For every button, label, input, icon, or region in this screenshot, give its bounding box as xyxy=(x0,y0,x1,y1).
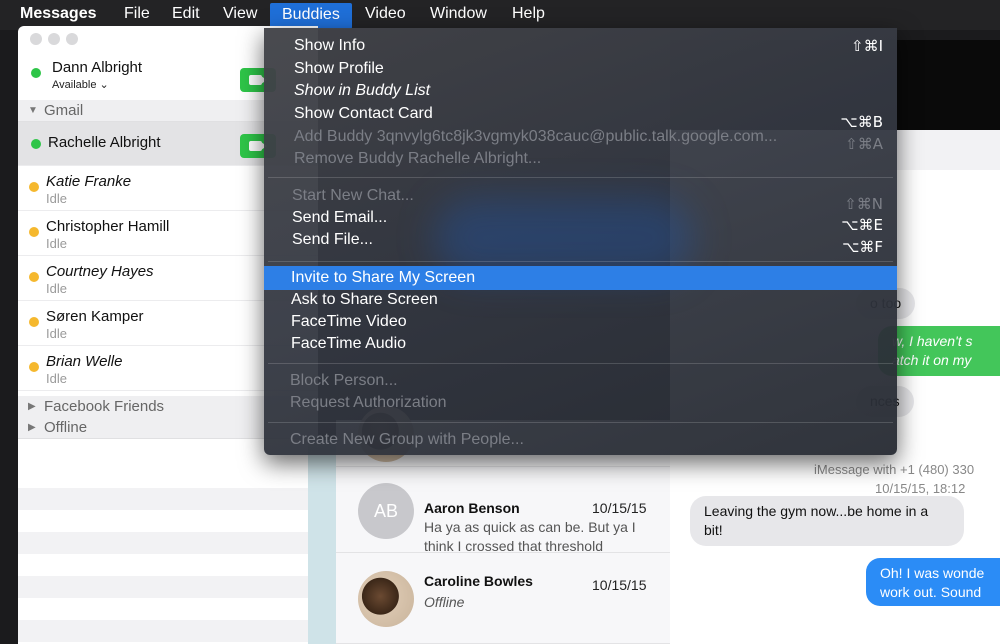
conversation-preview: Offline xyxy=(424,594,465,610)
buddy-status: Idle xyxy=(46,371,67,386)
menu-separator xyxy=(268,422,893,423)
status-value: Available xyxy=(52,79,97,91)
menu-item-label: Start New Chat... xyxy=(292,187,414,204)
buddy-status: Idle xyxy=(46,236,67,251)
menu-item-label: Show in Buddy List xyxy=(294,82,431,99)
zoom-window-button[interactable] xyxy=(66,33,78,45)
message-text: atch it on my xyxy=(892,352,972,368)
menu-help[interactable]: Help xyxy=(512,5,545,23)
menu-item-label: FaceTime Video xyxy=(291,313,407,330)
disclosure-triangle-right-icon[interactable]: ▶ xyxy=(28,401,36,412)
service-label: iMessage with +1 (480) 330 xyxy=(814,462,975,477)
buddy-name: Courtney Hayes xyxy=(46,263,154,280)
contact-photo-avatar xyxy=(358,571,414,627)
conversation-name: Caroline Bowles xyxy=(424,573,533,589)
menu-item-label: Ask to Share Screen xyxy=(291,291,438,308)
group-label: Offline xyxy=(44,419,88,436)
menu-item-start-new-chat: Start New Chat... ⇧⌘N xyxy=(264,185,897,213)
message-timestamp: 10/15/15, 18:12 xyxy=(875,481,966,496)
menu-item-label: Show Info xyxy=(294,37,366,54)
disclosure-triangle-right-icon[interactable]: ▶ xyxy=(28,422,36,433)
menu-messages[interactable]: Messages xyxy=(20,5,97,23)
conversation-row-caroline-bowles[interactable]: Caroline Bowles 10/15/15 Offline xyxy=(336,553,670,644)
buddy-status: Idle xyxy=(46,281,67,296)
menu-item-label: Request Authorization xyxy=(290,394,447,411)
menu-separator xyxy=(268,261,893,262)
menu-separator xyxy=(268,363,893,364)
idle-status-dot xyxy=(29,362,39,372)
message-text: w, I haven't s xyxy=(892,333,973,349)
menu-item-label: Invite to Share My Screen xyxy=(291,269,476,286)
menu-item-label: Add Buddy 3qnvylg6tc8jk3vgmyk038cauc@pub… xyxy=(294,128,778,145)
chevron-down-icon: ⌄ xyxy=(99,79,109,91)
menu-item-facetime-audio[interactable]: FaceTime Audio xyxy=(264,333,897,356)
buddy-status: Idle xyxy=(46,191,67,206)
my-name: Dann Albright xyxy=(52,59,143,76)
buddy-name: Rachelle Albright xyxy=(48,134,161,151)
menu-item-shortcut: ⌥⌘F xyxy=(842,238,883,256)
menu-file[interactable]: File xyxy=(124,5,150,23)
message-bubble-outgoing: Oh! I was wonde work out. Sound xyxy=(866,558,1000,606)
menu-item-label: Show Profile xyxy=(294,60,384,77)
menu-item-send-email[interactable]: Send Email... ⌥⌘E xyxy=(264,207,897,234)
idle-status-dot xyxy=(29,317,39,327)
group-label: Facebook Friends xyxy=(44,398,165,415)
menu-separator xyxy=(268,177,893,178)
available-status-dot xyxy=(31,68,41,78)
menu-item-label: Block Person... xyxy=(290,372,398,389)
buddy-name: Katie Franke xyxy=(46,173,132,190)
close-window-button[interactable] xyxy=(30,33,42,45)
idle-status-dot xyxy=(29,182,39,192)
group-label: Gmail xyxy=(44,102,84,119)
menu-item-request-authorization: Request Authorization xyxy=(264,392,897,415)
conversation-row-aaron-benson[interactable]: AB Aaron Benson 10/15/15 Ha ya as quick … xyxy=(336,467,670,554)
menu-item-label: Create New Group with People... xyxy=(290,431,524,448)
menu-item-send-file[interactable]: Send File... ⌥⌘F xyxy=(264,229,897,256)
minimize-window-button[interactable] xyxy=(48,33,60,45)
conversation-date: 10/15/15 xyxy=(592,500,647,516)
buddy-name: Christopher Hamill xyxy=(46,218,170,235)
menu-edit[interactable]: Edit xyxy=(172,5,200,23)
buddy-name: Søren Kamper xyxy=(46,308,144,325)
menu-item-label: Send File... xyxy=(292,231,373,248)
message-bubble-incoming: Leaving the gym now...be home in a bit! xyxy=(690,496,964,546)
disclosure-triangle-down-icon[interactable]: ▼ xyxy=(28,105,38,116)
menu-item-shortcut: ⇧⌘I xyxy=(851,37,883,55)
menu-window[interactable]: Window xyxy=(430,5,487,23)
conversation-name: Aaron Benson xyxy=(424,500,520,516)
avatar: AB xyxy=(358,483,414,539)
window-controls xyxy=(30,32,84,50)
menu-item-show-contact-card[interactable]: Show Contact Card ⌥⌘B xyxy=(264,103,897,131)
menu-item-add-buddy: Add Buddy 3qnvylg6tc8jk3vgmyk038cauc@pub… xyxy=(264,126,897,153)
menu-item-remove-buddy: Remove Buddy Rachelle Albright... xyxy=(264,148,897,171)
menu-item-label: Remove Buddy Rachelle Albright... xyxy=(294,150,542,167)
list-edge-strip xyxy=(308,440,336,644)
menu-item-label: Show Contact Card xyxy=(294,105,433,122)
conversation-date: 10/15/15 xyxy=(592,577,647,593)
menu-view[interactable]: View xyxy=(223,5,257,23)
menu-item-facetime-video[interactable]: FaceTime Video xyxy=(264,311,897,334)
buddy-status: Idle xyxy=(46,326,67,341)
menu-item-show-info[interactable]: Show Info ⇧⌘I xyxy=(264,35,897,58)
menu-item-create-new-group: Create New Group with People... xyxy=(264,429,897,452)
idle-status-dot xyxy=(29,227,39,237)
buddies-menu: Show Info ⇧⌘I Show Profile Show in Buddy… xyxy=(264,28,897,455)
menu-item-show-profile[interactable]: Show Profile xyxy=(264,58,897,81)
menu-item-label: FaceTime Audio xyxy=(291,335,407,352)
idle-status-dot xyxy=(29,272,39,282)
conversation-preview: Ha ya as quick as can be. But ya I think… xyxy=(424,519,636,554)
empty-list-stripes xyxy=(18,466,318,644)
menu-item-show-in-buddy-list[interactable]: Show in Buddy List xyxy=(264,80,897,103)
available-status-dot xyxy=(31,139,41,149)
menu-video[interactable]: Video xyxy=(365,5,406,23)
buddy-name: Brian Welle xyxy=(46,353,123,370)
menu-item-invite-share-screen[interactable]: Invite to Share My Screen xyxy=(264,266,897,290)
menu-item-label: Send Email... xyxy=(292,209,388,226)
status-selector[interactable]: Available ⌄ xyxy=(52,78,109,91)
menu-item-ask-share-screen[interactable]: Ask to Share Screen xyxy=(264,289,897,312)
conversation-list: AB Aaron Benson 10/15/15 Ha ya as quick … xyxy=(308,406,670,644)
menu-item-block-person: Block Person... xyxy=(264,370,897,393)
